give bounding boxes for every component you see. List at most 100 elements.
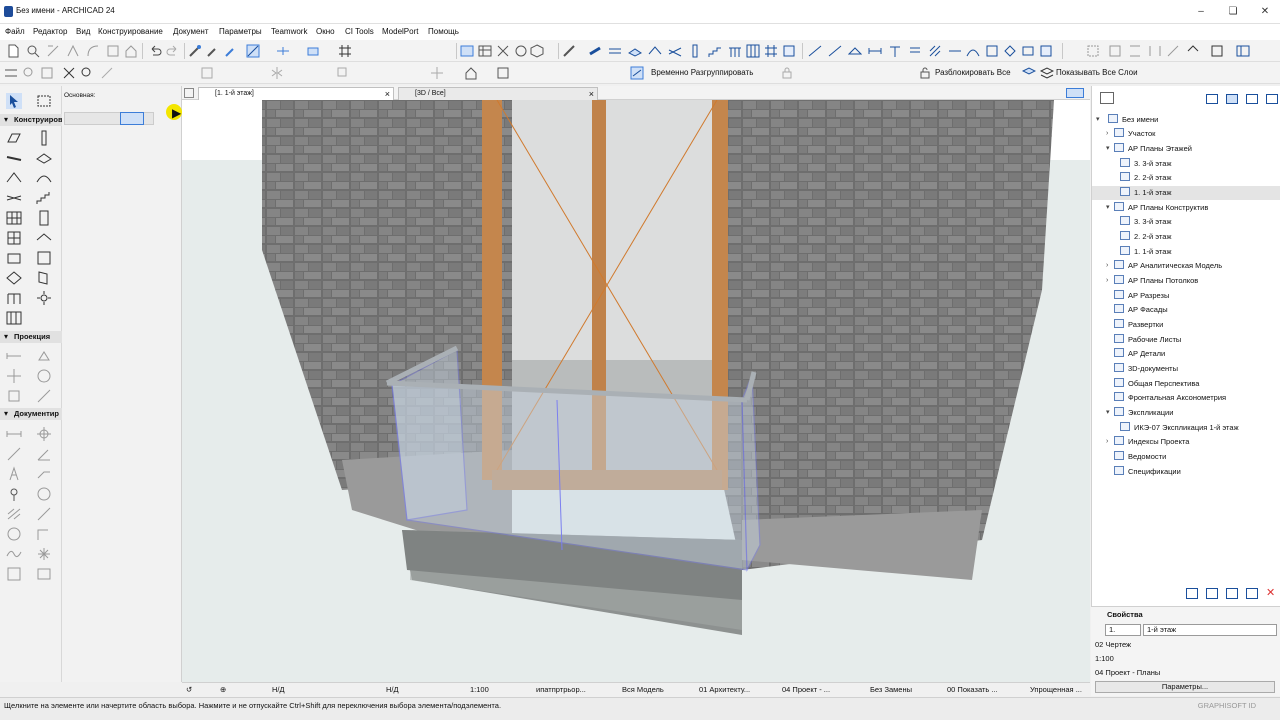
radial-dimension-icon[interactable]	[36, 426, 52, 442]
publisher-icon[interactable]	[1246, 94, 1258, 104]
tree-item[interactable]: 3. 3-й этаж	[1120, 215, 1171, 229]
redo-icon[interactable]	[166, 44, 180, 58]
close-icon[interactable]: ×	[589, 89, 594, 99]
settings-icon[interactable]	[1246, 588, 1258, 599]
spline-tool-icon[interactable]	[6, 546, 22, 562]
dimension-tool-icon[interactable]	[6, 426, 22, 442]
clone-folder-icon[interactable]	[1186, 588, 1198, 599]
scissors-icon[interactable]	[62, 66, 76, 80]
show-selector[interactable]: 00 Показать ...	[947, 685, 998, 694]
section-document[interactable]: Документир	[0, 408, 62, 420]
menu-edit[interactable]: Редактор	[33, 27, 67, 36]
tab-grid-icon[interactable]	[184, 88, 194, 98]
tree-item[interactable]: ▾ АР Планы Конструктив	[1106, 201, 1208, 215]
unlock-icon[interactable]	[918, 66, 932, 80]
globe-tool-icon[interactable]	[36, 486, 52, 502]
close-icon[interactable]: ✕	[1250, 4, 1280, 20]
fill-tool-icon[interactable]	[6, 506, 22, 522]
section-design[interactable]: Конструиров	[0, 114, 63, 126]
story-id-field[interactable]: 1.	[1105, 624, 1141, 636]
roof-icon[interactable]	[648, 44, 662, 58]
split-icon[interactable]	[66, 44, 80, 58]
door-tool-icon[interactable]	[36, 210, 52, 226]
marquee-icon[interactable]	[1108, 44, 1122, 58]
drawing-icon[interactable]	[1039, 44, 1053, 58]
line-icon[interactable]	[948, 44, 962, 58]
railing-icon[interactable]	[728, 44, 742, 58]
scale-selector[interactable]: 1:100	[470, 685, 489, 694]
tree-item[interactable]: АР Фасады	[1114, 303, 1168, 317]
tree-item[interactable]: Развертки	[1114, 318, 1163, 332]
figure-icon[interactable]	[985, 44, 999, 58]
offset-icon[interactable]	[106, 44, 120, 58]
mirror-icon[interactable]	[270, 66, 284, 80]
panel-tool-icon[interactable]	[36, 270, 52, 286]
detail-tool-icon[interactable]	[6, 388, 22, 404]
shell-tool-icon[interactable]	[36, 170, 52, 186]
3d-view-icon[interactable]	[530, 44, 544, 58]
tree-item[interactable]: 3. 3-й этаж	[1120, 157, 1171, 171]
zoom-nd-1[interactable]: Н/Д	[272, 685, 285, 694]
circle-tool-icon[interactable]	[6, 526, 22, 542]
mesh-tool-icon[interactable]	[6, 190, 22, 206]
slab-icon[interactable]	[628, 44, 642, 58]
tree-item[interactable]: 2. 2-й этаж	[1120, 171, 1171, 185]
arrow-tool-icon[interactable]	[6, 93, 22, 109]
3d-viewport[interactable]	[182, 100, 1090, 682]
tab-3d-view[interactable]: [3D / Все] ×	[398, 87, 598, 100]
window-layout-icon[interactable]	[1236, 44, 1250, 58]
curtain-wall-icon[interactable]	[746, 44, 760, 58]
align-icon[interactable]	[1128, 44, 1142, 58]
rotate-icon[interactable]	[120, 112, 144, 125]
lamp-tool-icon[interactable]	[36, 290, 52, 306]
frame-icon[interactable]	[40, 66, 54, 80]
roof-tool-icon[interactable]	[6, 170, 22, 186]
view-selector[interactable]: 04 Проект - ...	[782, 685, 830, 694]
stretch-icon[interactable]	[200, 66, 214, 80]
tree-item[interactable]: 3D-документы	[1114, 362, 1178, 376]
tree-item[interactable]: 2. 2-й этаж	[1120, 230, 1171, 244]
wall-tool-icon[interactable]	[588, 44, 602, 58]
stair-icon[interactable]	[708, 44, 722, 58]
hotspot-tool-icon[interactable]	[36, 546, 52, 562]
snap-icon[interactable]	[276, 44, 290, 58]
lock-icon[interactable]	[780, 66, 794, 80]
pin-tool-icon[interactable]	[6, 486, 22, 502]
dimension-icon[interactable]	[868, 44, 882, 58]
suspend-groups-label[interactable]: Временно Разгруппировать	[651, 68, 753, 77]
object-tool-icon[interactable]	[6, 250, 22, 266]
table-icon[interactable]	[478, 44, 492, 58]
guide-line-icon[interactable]	[246, 44, 260, 58]
view-map-icon[interactable]	[1206, 94, 1218, 104]
find-icon[interactable]	[26, 44, 40, 58]
drawing-tool-icon[interactable]	[36, 566, 52, 582]
distribute-icon[interactable]	[1148, 44, 1162, 58]
drag-icon[interactable]	[430, 66, 444, 80]
tree-item[interactable]: › Участок	[1106, 127, 1155, 141]
tree-item[interactable]: ▾ АР Планы Этажей	[1106, 142, 1192, 156]
story-name-field[interactable]: 1-й этаж	[1143, 624, 1277, 636]
home-view-icon[interactable]	[1186, 44, 1200, 58]
show-all-layers-label[interactable]: Показывать Все Слои	[1056, 68, 1138, 77]
camera-icon[interactable]	[1003, 44, 1017, 58]
window-tool-icon[interactable]	[6, 230, 22, 246]
group-icon[interactable]	[496, 66, 510, 80]
curtainwall-grid-icon[interactable]	[6, 310, 22, 326]
elevation-icon[interactable]	[847, 44, 863, 58]
organizer-icon[interactable]	[1266, 94, 1278, 104]
elevation-tool-icon[interactable]	[36, 348, 52, 364]
overrides-selector[interactable]: Без Замены	[870, 685, 912, 694]
show-layers-icon[interactable]	[1039, 66, 1055, 80]
menu-modelport[interactable]: ModelPort	[382, 27, 418, 36]
slab-tool-icon[interactable]	[36, 150, 52, 166]
tree-item[interactable]: Фронтальная Аксонометрия	[1114, 391, 1226, 405]
change-tool-icon[interactable]	[36, 388, 52, 404]
zoom-nd-2[interactable]: Н/Д	[386, 685, 399, 694]
menu-help[interactable]: Помощь	[428, 27, 459, 36]
tree-item[interactable]: ИКЭ-07 Экспликация 1-й этаж	[1120, 421, 1239, 435]
zone-icon[interactable]	[782, 44, 796, 58]
text-icon[interactable]	[888, 44, 902, 58]
suspend-groups-icon[interactable]	[630, 66, 644, 80]
menu-document[interactable]: Документ	[173, 27, 209, 36]
tree-item[interactable]: ▾ Экспликации	[1106, 406, 1173, 420]
